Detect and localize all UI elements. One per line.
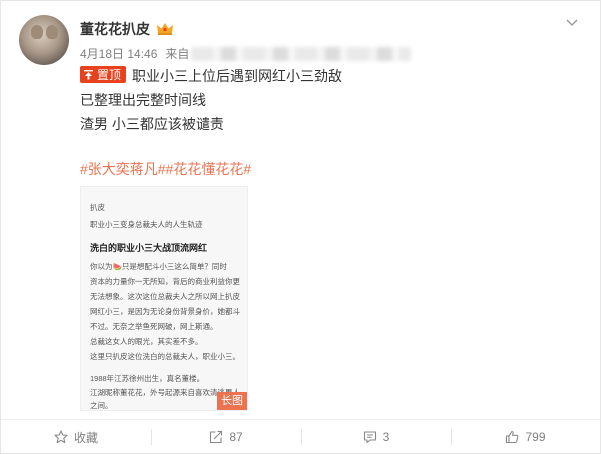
pin-label: 置顶 [97, 67, 122, 82]
username[interactable]: 董花花扒皮 [80, 19, 150, 39]
thumb-text: 网红小三，是因为无论身份背景身价，她都斗 [90, 307, 240, 316]
repost-button[interactable]: 87 [151, 420, 301, 454]
username-row: 董花花扒皮 [80, 19, 174, 39]
weibo-post-card: 董花花扒皮 4月18日 14:46 来自 置顶 职业小三上位后遇到网红小三劲敌 … [0, 0, 601, 454]
avatar-ear [31, 25, 43, 39]
chevron-down-icon[interactable] [564, 15, 580, 31]
comment-count: 3 [382, 430, 390, 444]
long-image-thumbnail[interactable]: 扒皮 职业小三变身总裁夫人的人生轨迹 洗白的职业小三大战顶流网红 你以为🍉只是想… [80, 186, 248, 411]
comment-icon [363, 431, 376, 444]
star-icon [54, 430, 68, 444]
post-text-line-1: 置顶 职业小三上位后遇到网红小三劲敌 [80, 66, 342, 86]
thumb-text: 这里只扒皮这位洗白的总裁夫人，职业小三。 [90, 352, 240, 361]
post-text: 职业小三上位后遇到网红小三劲敌 [132, 68, 343, 84]
source-blurred [191, 46, 412, 61]
thumb-text: 1988年江苏徐州出生，真名董楼。 [90, 374, 205, 383]
thumb-heading: 洗白的职业小三大战顶流网红 [90, 243, 208, 253]
like-count: 799 [525, 430, 546, 444]
favorite-button[interactable]: 收藏 [1, 420, 151, 454]
thumb-text: 不过。无奈之举鱼死网破，网上斯通。 [90, 322, 218, 331]
repost-icon [210, 430, 223, 444]
avatar[interactable] [19, 15, 69, 65]
pin-badge: 置顶 [80, 66, 127, 83]
thumb-text: 职业小三变身总裁夫人的人生轨迹 [90, 220, 203, 229]
source-prefix: 来自 [165, 47, 190, 61]
comment-button[interactable]: 3 [301, 420, 451, 454]
avatar-ear [46, 25, 58, 39]
vip-crown-icon[interactable] [156, 22, 174, 36]
post-text-line-2: 已整理出完整时间线 [80, 92, 206, 108]
thumb-text: 资本的力量你一无所知，背后的商业利益你更 [90, 277, 240, 286]
hashtag-links[interactable]: #张大奕蒋凡##花花懂花花# [80, 159, 251, 179]
post-text-line-3: 渣男 小三都应该被谴责 [80, 116, 224, 132]
thumbs-up-icon [506, 430, 519, 444]
like-button[interactable]: 799 [451, 420, 600, 454]
pin-icon [84, 70, 93, 80]
thumb-text: 无法想象。这次这位总裁夫人之所以网上扒皮 [90, 292, 240, 301]
post-date[interactable]: 4月18日 14:46 [80, 45, 157, 62]
long-image-tag: 长图 [217, 392, 247, 410]
thumb-text: 你以为🍉只是想配斗小三这么简单？同时 [90, 262, 227, 271]
post-meta: 4月18日 14:46 来自 [80, 45, 412, 62]
thumb-text: 之间。 [90, 401, 113, 410]
thumb-text: 总裁这女人的眼光，其实差不多。 [90, 337, 203, 346]
repost-count: 87 [229, 430, 243, 444]
thumb-text: 扒皮 [90, 203, 105, 212]
favorite-label: 收藏 [73, 430, 98, 445]
